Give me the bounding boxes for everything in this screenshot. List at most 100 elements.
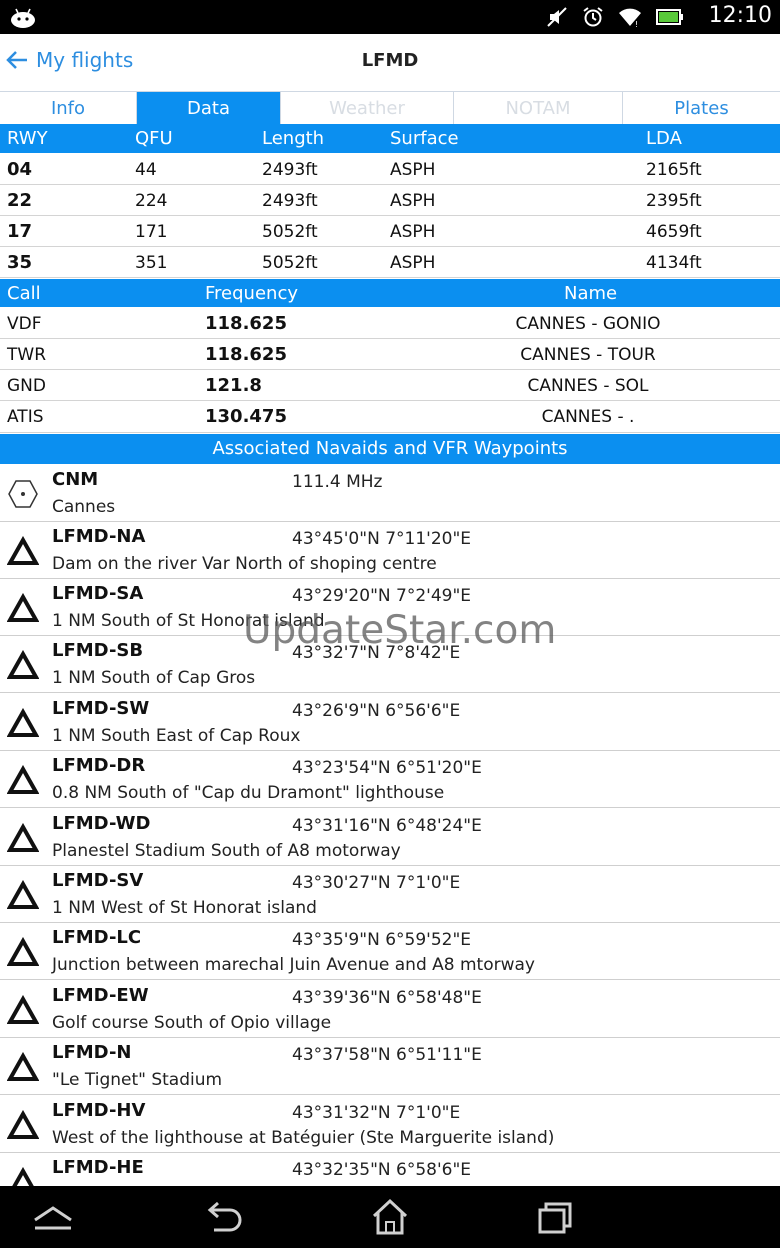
waypoint-info: 43°45'0"N 7°11'20"E	[292, 529, 472, 549]
frequency-name: CANNES - .	[541, 407, 635, 427]
runway-surface: ASPH	[390, 253, 436, 273]
runway-lda: 2165ft	[646, 160, 702, 180]
list-item[interactable]: LFMD-N 43°37'58"N 6°51'11"E "Le Tignet" …	[0, 1038, 780, 1095]
frequency-row: ATIS 130.475 CANNES - .	[0, 401, 780, 433]
waypoint-id: LFMD-SA	[52, 583, 144, 604]
frequency-call: ATIS	[7, 407, 44, 427]
runway-row: 04 44 2493ft ASPH 2165ft	[0, 154, 780, 185]
list-item[interactable]: LFMD-WD 43°31'16"N 6°48'24"E Planestel S…	[0, 809, 780, 866]
waypoint-description: 1 NM West of St Honorat island	[52, 898, 317, 918]
header-qfu: QFU	[135, 128, 173, 149]
waypoint-description: 1 NM South of Cap Gros	[52, 668, 256, 688]
frequency-row: GND 121.8 CANNES - SOL	[0, 370, 780, 401]
watermark: UpdateStar.com	[243, 608, 557, 653]
action-bar: My flights LFMD	[0, 34, 780, 90]
waypoint-description: Junction between marechal Juin Avenue an…	[52, 955, 535, 975]
list-item[interactable]: CNM 111.4 MHz Cannes	[0, 465, 780, 522]
waypoint-info: 43°31'32"N 7°1'0"E	[292, 1103, 461, 1123]
overview-icon[interactable]	[532, 1196, 580, 1238]
frequency-value: 118.625	[205, 313, 287, 334]
waypoint-icon	[7, 650, 39, 679]
waypoint-info: 43°37'58"N 6°51'11"E	[292, 1045, 482, 1065]
runway-surface: ASPH	[390, 191, 436, 211]
wifi-icon: !	[619, 8, 641, 28]
waypoint-id: LFMD-SV	[52, 870, 144, 891]
waypoint-id: LFMD-NA	[52, 526, 146, 547]
runway-length: 5052ft	[262, 222, 318, 242]
waypoint-id: LFMD-LC	[52, 927, 142, 948]
frequency-call: GND	[7, 376, 46, 396]
runway-table-header: RWY QFU Length Surface LDA	[0, 124, 780, 153]
svg-text:!: !	[635, 20, 638, 28]
tab-data[interactable]: Data	[137, 92, 281, 125]
frequency-call: TWR	[7, 345, 47, 365]
waypoint-icon	[7, 1052, 39, 1081]
runway-qfu: 171	[135, 222, 168, 242]
waypoint-icon	[7, 995, 39, 1024]
runway-id: 35	[7, 252, 33, 273]
waypoint-id: LFMD-SB	[52, 640, 144, 661]
list-item[interactable]: LFMD-SV 43°30'27"N 7°1'0"E 1 NM West of …	[0, 866, 780, 923]
mute-icon	[547, 7, 567, 27]
status-bar: ! 12:10	[0, 0, 780, 34]
header-name: Name	[564, 283, 618, 304]
header-lda: LDA	[646, 128, 682, 149]
vor-icon	[8, 480, 38, 508]
clock: 12:10	[708, 3, 772, 28]
waypoint-info: 43°30'27"N 7°1'0"E	[292, 873, 461, 893]
waypoint-description: 1 NM South East of Cap Roux	[52, 726, 301, 746]
waypoint-id: LFMD-N	[52, 1042, 132, 1063]
runway-surface: ASPH	[390, 222, 436, 242]
runway-row: 22 224 2493ft ASPH 2395ft	[0, 185, 780, 216]
list-item[interactable]: LFMD-HE 43°32'35"N 6°58'6"E	[0, 1153, 780, 1186]
home-icon[interactable]	[366, 1196, 414, 1238]
waypoint-icon	[7, 765, 39, 794]
waypoint-icon	[7, 823, 39, 852]
list-item[interactable]: LFMD-SW 43°26'9"N 6°56'6"E 1 NM South Ea…	[0, 694, 780, 751]
navaids-header: Associated Navaids and VFR Waypoints	[0, 434, 780, 464]
runway-qfu: 224	[135, 191, 168, 211]
frequency-name: CANNES - GONIO	[515, 314, 661, 334]
runway-qfu: 44	[135, 160, 157, 180]
waypoint-info: 43°39'36"N 6°58'48"E	[292, 988, 482, 1008]
list-item[interactable]: LFMD-LC 43°35'9"N 6°59'52"E Junction bet…	[0, 923, 780, 980]
waypoint-id: CNM	[52, 469, 99, 490]
runway-id: 17	[7, 221, 33, 242]
alarm-icon	[583, 7, 603, 27]
waypoint-id: LFMD-SW	[52, 698, 150, 719]
header-frequency: Frequency	[205, 283, 298, 304]
waypoint-description: West of the lighthouse at Batéguier (Ste…	[52, 1128, 555, 1148]
tab-info[interactable]: Info	[0, 92, 137, 125]
list-item[interactable]: LFMD-NA 43°45'0"N 7°11'20"E Dam on the r…	[0, 522, 780, 579]
tab-bar: Info Data Weather NOTAM Plates	[0, 91, 780, 125]
back-nav-icon[interactable]	[200, 1196, 248, 1238]
waypoint-description: Cannes	[52, 497, 116, 517]
waypoint-icon	[7, 937, 39, 966]
runway-qfu: 351	[135, 253, 168, 273]
page-title: LFMD	[361, 50, 419, 71]
waypoint-info: 43°31'16"N 6°48'24"E	[292, 816, 482, 836]
tab-plates[interactable]: Plates	[623, 92, 780, 125]
list-item[interactable]: LFMD-HV 43°31'32"N 7°1'0"E West of the l…	[0, 1096, 780, 1153]
waypoint-description: Planestel Stadium South of A8 motorway	[52, 841, 401, 861]
waypoint-id: LFMD-HV	[52, 1100, 146, 1121]
frequency-row: TWR 118.625 CANNES - TOUR	[0, 339, 780, 370]
tab-weather: Weather	[281, 92, 454, 125]
waypoint-description: Golf course South of Opio village	[52, 1013, 332, 1033]
waypoint-description: "Le Tignet" Stadium	[52, 1070, 223, 1090]
frequency-value: 121.8	[205, 375, 262, 396]
recent-apps-chevron-icon[interactable]	[29, 1196, 77, 1238]
android-icon	[11, 8, 35, 28]
waypoint-id: LFMD-DR	[52, 755, 146, 776]
waypoint-info: 43°29'20"N 7°2'49"E	[292, 586, 472, 606]
header-surface: Surface	[390, 128, 459, 149]
runway-surface: ASPH	[390, 160, 436, 180]
frequency-name: CANNES - TOUR	[520, 345, 656, 365]
waypoint-id: LFMD-WD	[52, 813, 151, 834]
battery-icon	[656, 9, 683, 25]
runway-length: 5052ft	[262, 253, 318, 273]
list-item[interactable]: LFMD-DR 43°23'54"N 6°51'20"E 0.8 NM Sout…	[0, 751, 780, 808]
tab-notam: NOTAM	[454, 92, 623, 125]
runway-length: 2493ft	[262, 160, 318, 180]
list-item[interactable]: LFMD-EW 43°39'36"N 6°58'48"E Golf course…	[0, 981, 780, 1038]
